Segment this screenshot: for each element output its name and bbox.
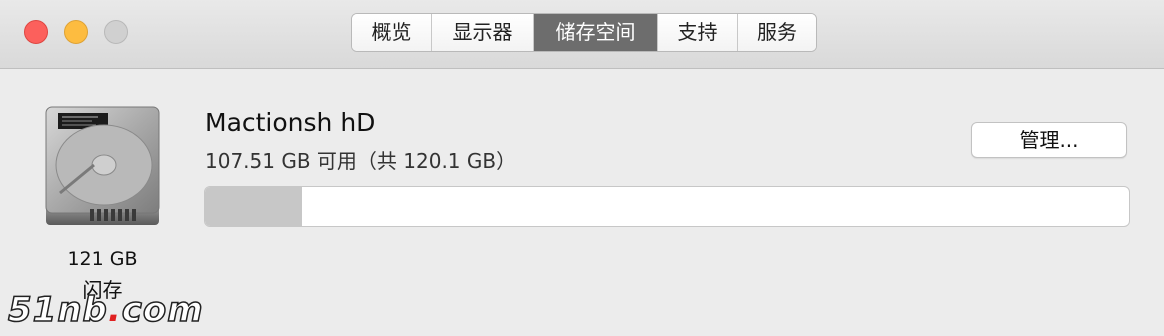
- zoom-button[interactable]: [104, 20, 128, 44]
- tab-support[interactable]: 支持: [658, 14, 738, 51]
- tab-displays[interactable]: 显示器: [432, 14, 534, 51]
- tab-overview[interactable]: 概览: [352, 14, 432, 51]
- watermark-logo: 51nb.com: [7, 289, 204, 331]
- tab-bar: 概览 显示器 储存空间 支持 服务: [351, 13, 817, 52]
- watermark-suffix: com: [121, 289, 204, 331]
- watermark-text: 51nb: [7, 289, 108, 331]
- volume-availability: 107.51 GB 可用（共 120.1 GB）: [205, 149, 517, 173]
- manage-button[interactable]: 管理...: [971, 122, 1127, 158]
- storage-usage-fill: [205, 187, 303, 226]
- hard-drive-icon: [45, 106, 160, 225]
- tab-storage[interactable]: 储存空间: [534, 14, 658, 51]
- minimize-button[interactable]: [64, 20, 88, 44]
- storage-usage-bar: [204, 186, 1130, 227]
- volume-name: Mactionsh hD: [205, 108, 376, 137]
- watermark-dot: .: [107, 290, 122, 330]
- title-bar: 概览 显示器 储存空间 支持 服务: [0, 0, 1164, 69]
- tab-service[interactable]: 服务: [738, 14, 816, 51]
- disk-size-label: 121 GB: [67, 248, 138, 270]
- close-button[interactable]: [24, 20, 48, 44]
